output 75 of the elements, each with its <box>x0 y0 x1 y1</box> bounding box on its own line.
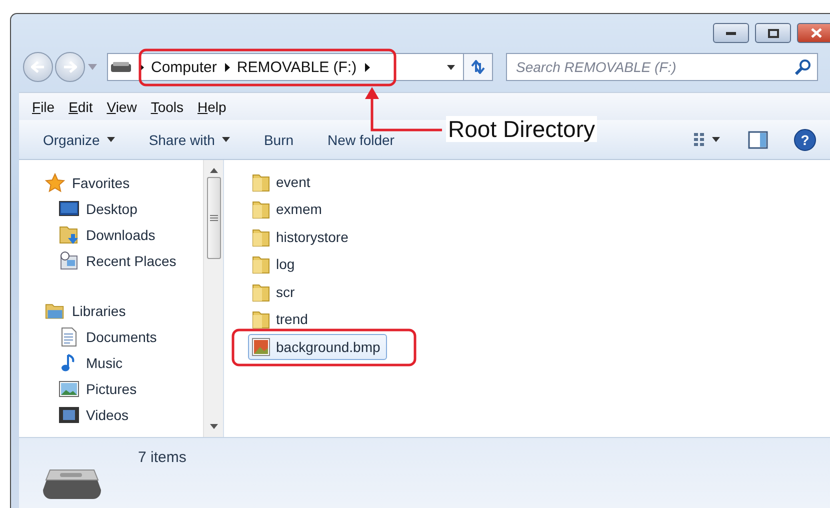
scroll-up-icon <box>210 168 218 173</box>
sidebar-item[interactable]: Desktop <box>86 201 138 217</box>
caret-icon <box>88 64 97 70</box>
drive-icon <box>111 62 131 72</box>
forward-arrow-icon <box>63 61 77 73</box>
folder-icon <box>252 309 270 330</box>
search-box[interactable]: Search REMOVABLE (F:) <box>506 53 818 81</box>
forward-button[interactable] <box>55 52 85 82</box>
picture-icon <box>59 381 79 397</box>
menu-item[interactable]: Help <box>190 98 234 114</box>
back-arrow-icon <box>31 61 45 73</box>
menu-item[interactable]: Tools <box>144 98 191 114</box>
sidebar-group[interactable]: Favorites <box>72 175 130 191</box>
scrollbar[interactable] <box>203 160 223 437</box>
download-folder-icon <box>59 225 79 245</box>
folder-entry[interactable]: trend <box>248 306 315 332</box>
sidebar-item[interactable]: Videos <box>86 407 129 423</box>
toolbar-button[interactable]: Share with <box>140 124 238 154</box>
scroll-down-icon <box>210 424 218 429</box>
folder-icon <box>252 226 270 247</box>
image-file-icon <box>252 338 270 356</box>
folder-entry[interactable]: log <box>248 251 302 278</box>
caret-right-icon <box>224 62 230 72</box>
view-options-button[interactable] <box>694 133 720 146</box>
annotation-label: Root Directory <box>446 116 597 142</box>
folder-entry[interactable]: historystore <box>248 224 356 250</box>
refresh-button[interactable] <box>464 53 493 81</box>
monitor-icon <box>59 201 79 217</box>
film-icon <box>59 407 79 423</box>
close-button[interactable] <box>797 23 830 43</box>
folder-entry[interactable]: exmem <box>248 196 329 222</box>
recent-places-icon <box>59 251 79 271</box>
folder-entry[interactable]: event <box>248 168 318 195</box>
maximize-icon <box>768 28 778 38</box>
search-icon <box>795 59 811 75</box>
item-count: 7 items <box>138 449 186 467</box>
view-grid-icon <box>694 133 704 146</box>
caret-icon <box>447 64 455 70</box>
minimize-icon <box>726 31 736 35</box>
minimize-button[interactable] <box>713 23 749 43</box>
sidebar-item[interactable]: Music <box>86 355 123 371</box>
music-note-icon <box>61 353 77 373</box>
refresh-icon <box>470 60 486 74</box>
star-icon <box>45 173 65 193</box>
toolbar-button[interactable]: Organize <box>35 124 123 154</box>
breadcrumb-item[interactable]: REMOVABLE (F:) <box>236 58 357 76</box>
search-field[interactable]: Search REMOVABLE (F:) <box>507 58 795 76</box>
maximize-button[interactable] <box>755 23 791 43</box>
folder-icon <box>252 199 270 220</box>
sidebar-item[interactable]: Pictures <box>86 381 137 397</box>
back-button[interactable] <box>23 52 53 82</box>
menu-item[interactable]: Edit <box>62 98 100 114</box>
caret-icon <box>712 137 720 142</box>
folder-icon <box>252 254 270 274</box>
toolbar-button[interactable]: Burn <box>256 124 302 154</box>
caret-right-icon <box>364 62 370 72</box>
help-button[interactable]: ? <box>794 128 816 150</box>
image-file-entry[interactable]: background.bmp <box>248 334 388 360</box>
folder-icon <box>252 172 270 192</box>
folder-icon <box>252 282 270 302</box>
sidebar-item[interactable]: Downloads <box>86 227 156 243</box>
sidebar-item[interactable]: Documents <box>86 329 157 345</box>
toolbar-button[interactable]: New folder <box>320 124 402 154</box>
libraries-icon <box>45 302 65 320</box>
breadcrumb-item[interactable]: Computer <box>151 58 217 76</box>
grip-icon <box>210 215 218 221</box>
scrollbar-thumb[interactable] <box>206 177 220 259</box>
close-icon <box>810 28 822 38</box>
menu-item[interactable]: File <box>25 98 62 114</box>
folder-entry[interactable]: scr <box>248 278 302 305</box>
menu-item[interactable]: View <box>100 98 144 114</box>
document-icon <box>61 327 77 347</box>
preview-pane-icon[interactable] <box>748 130 768 148</box>
sidebar-group[interactable]: Libraries <box>72 303 126 319</box>
sidebar-item[interactable]: Recent Places <box>86 253 176 269</box>
